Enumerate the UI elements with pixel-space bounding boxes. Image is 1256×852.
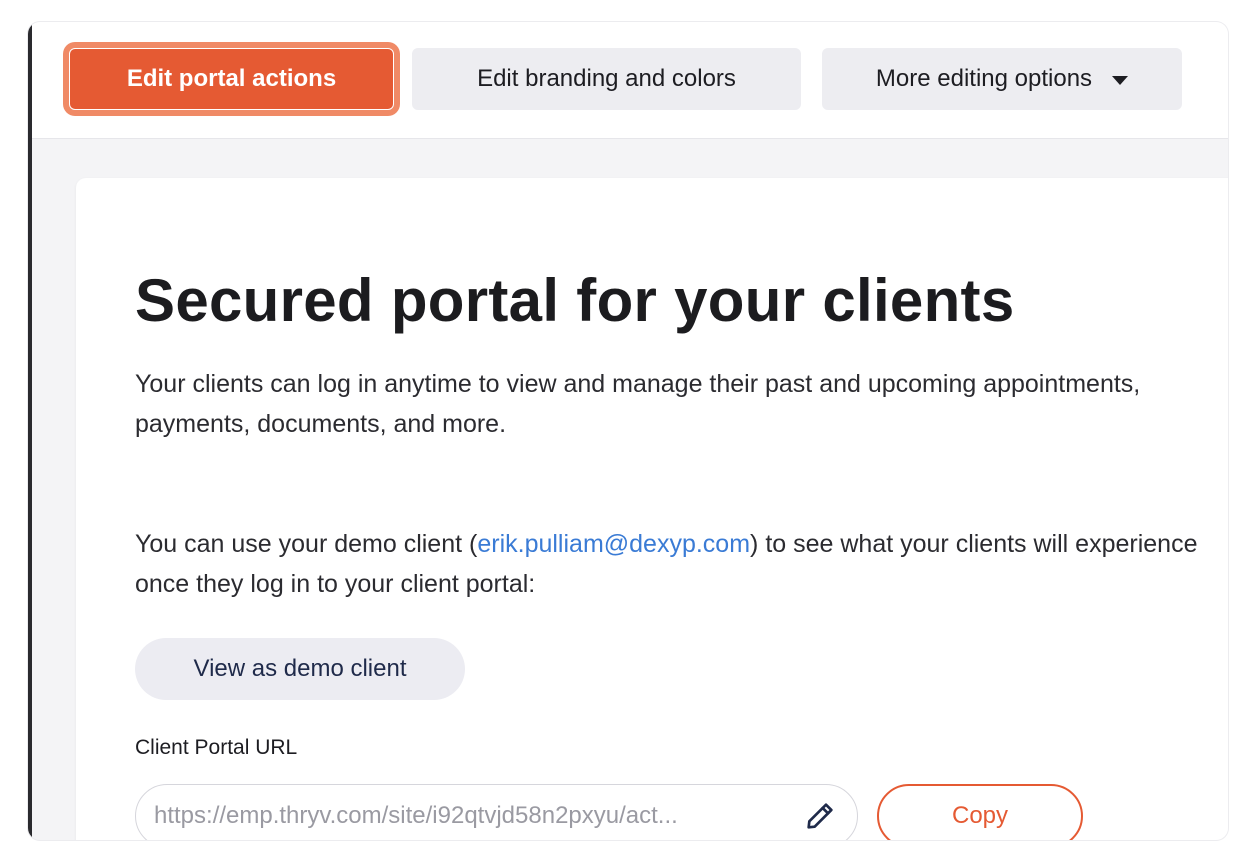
view-as-demo-client-button[interactable]: View as demo client: [135, 638, 465, 700]
portal-card: Secured portal for your clients Your cli…: [76, 178, 1228, 840]
more-editing-options-label: More editing options: [875, 65, 1093, 92]
app-frame: Edit portal actions Edit branding and co…: [28, 22, 1228, 840]
chevron-down-icon: [1112, 76, 1129, 85]
copy-url-label: Copy: [951, 802, 1009, 829]
edit-branding-button[interactable]: Edit branding and colors: [412, 48, 801, 110]
editing-toolbar: Edit portal actions Edit branding and co…: [32, 22, 1228, 139]
edit-branding-label: Edit branding and colors: [477, 65, 736, 92]
client-portal-url-label: Client Portal URL: [135, 736, 298, 759]
left-border: [28, 22, 32, 840]
client-portal-url-field[interactable]: https://emp.thryv.com/site/i92qtvjd58n2p…: [135, 784, 858, 840]
more-editing-options-dropdown[interactable]: More editing options: [822, 48, 1182, 110]
edit-portal-actions-label: Edit portal actions: [126, 65, 337, 92]
demo-client-text: You can use your demo client (erik.pulli…: [135, 524, 1228, 604]
demo-text-before: You can use your demo client (: [135, 530, 478, 558]
page-title: Secured portal for your clients: [135, 267, 1015, 334]
edit-portal-actions-button[interactable]: Edit portal actions: [69, 48, 394, 110]
pencil-icon[interactable]: [803, 799, 837, 833]
portal-description: Your clients can log in anytime to view …: [135, 370, 1141, 438]
client-portal-url-value: https://emp.thryv.com/site/i92qtvjd58n2p…: [154, 802, 678, 829]
view-as-demo-client-label: View as demo client: [193, 655, 407, 682]
demo-client-email-link[interactable]: erik.pulliam@dexyp.com: [477, 530, 750, 558]
copy-url-button[interactable]: Copy: [877, 784, 1083, 840]
